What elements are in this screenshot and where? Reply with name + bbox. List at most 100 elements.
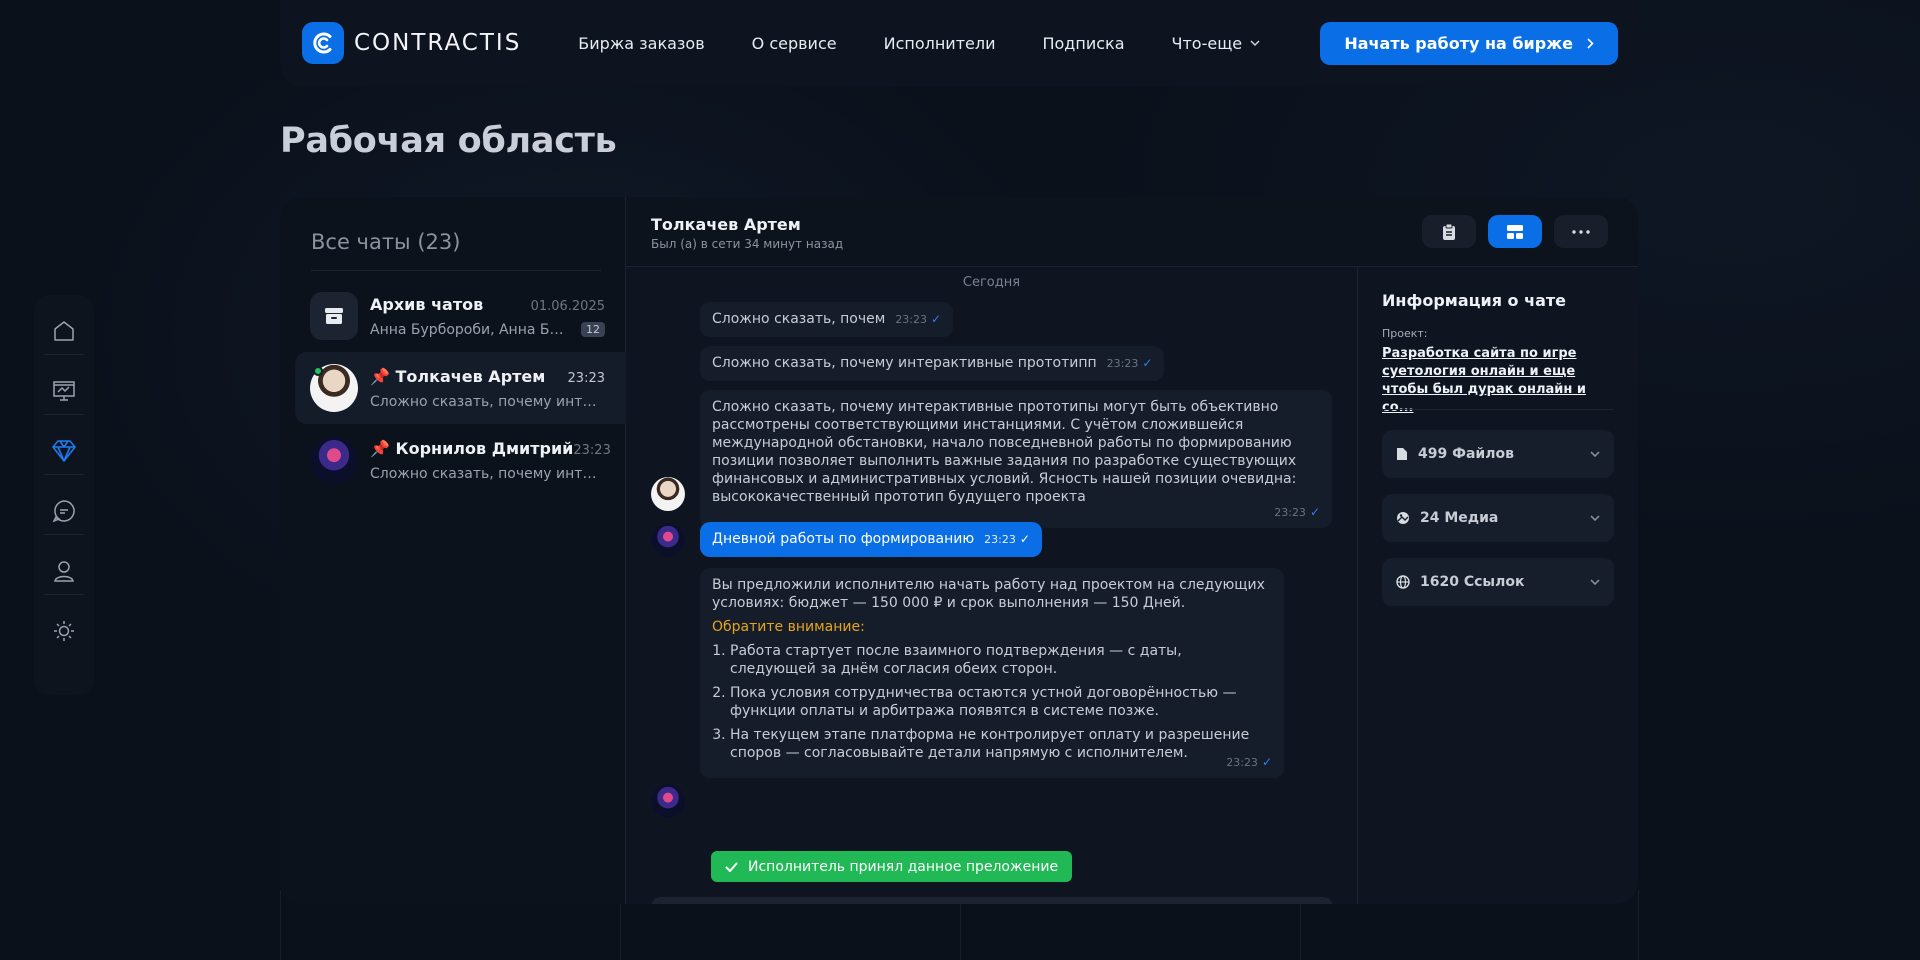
- chat-date: 23:23: [567, 370, 605, 386]
- sender-avatar[interactable]: [651, 477, 685, 511]
- unread-badge: 12: [581, 322, 605, 337]
- workspace-panel: Все чаты (23) Архив чатов 01.06.2025 Анн…: [280, 197, 1638, 904]
- divider: [311, 270, 601, 271]
- nav-item-more[interactable]: Что-еще: [1172, 34, 1261, 53]
- avatar: [310, 364, 358, 412]
- page-title: Рабочая область: [280, 121, 617, 161]
- message-time: 23:23: [984, 533, 1016, 546]
- presentation-chart-icon: [53, 380, 75, 401]
- start-exchange-label: Начать работу на бирже: [1344, 33, 1573, 53]
- chevron-down-icon: [1590, 451, 1600, 457]
- read-check-icon: ✓: [1261, 755, 1272, 769]
- sender-avatar[interactable]: [651, 523, 685, 557]
- offer-notice-title: Обратите внимание:: [712, 619, 865, 635]
- media-count: 24 Медиа: [1420, 510, 1499, 526]
- home-icon: [54, 320, 74, 341]
- read-check-icon: ✓: [1309, 505, 1320, 519]
- contact-status: Был (а) в сети 34 минут назад: [651, 237, 844, 251]
- offer-message[interactable]: Вы предложили исполнителю начать работу …: [700, 568, 1284, 778]
- message-time: 23:23: [1274, 506, 1306, 519]
- chat-list-item-kornilov[interactable]: 📌 Корнилов Дмитрий 23:23 Сложно сказать,…: [295, 424, 626, 496]
- clipboard-button[interactable]: [1422, 215, 1476, 248]
- chat-meta: 📌 Корнилов Дмитрий 23:23 Сложно сказать,…: [370, 438, 611, 482]
- offer-term: Работа стартует после взаимного подтверж…: [730, 642, 1272, 678]
- chevron-down-icon: [1250, 40, 1260, 46]
- message-text: Сложно сказать, почему интерактивные про…: [712, 399, 1297, 505]
- nav-item-executors[interactable]: Исполнители: [884, 34, 996, 53]
- read-check-icon: ✓: [931, 312, 942, 326]
- archive-avatar: [310, 292, 358, 340]
- read-check-icon: ✓: [1142, 356, 1153, 370]
- chat-preview: Сложно сказать, почему интерактивные про…: [370, 465, 602, 482]
- chat-meta: Архив чатов 01.06.2025 Анна Бурбороби, А…: [370, 295, 605, 338]
- more-options-button[interactable]: [1554, 215, 1608, 248]
- links-accordion[interactable]: 1620 Ссылок: [1382, 558, 1614, 606]
- files-accordion[interactable]: 499 Файлов: [1382, 430, 1614, 478]
- chat-header: Толкачев Артем Был (а) в сети 34 минут н…: [626, 197, 1638, 267]
- offer-term: Пока условия сотрудничества остаются уст…: [730, 684, 1272, 720]
- check-icon: [725, 861, 738, 872]
- chevron-down-icon: [1590, 579, 1600, 585]
- offer-accepted-label: Исполнитель принял данное преложение: [748, 858, 1059, 875]
- chat-list: Все чаты (23) Архив чатов 01.06.2025 Анн…: [280, 197, 626, 904]
- message-bubble-outgoing[interactable]: Дневной работы по формированию 23:23 ✓: [700, 522, 1042, 557]
- clipboard-icon: [1443, 223, 1455, 240]
- message-text: Сложно сказать, почем: [712, 311, 886, 327]
- avatar: [310, 436, 358, 484]
- side-nav-theme[interactable]: [44, 607, 84, 655]
- read-check-icon: ✓: [1019, 532, 1030, 546]
- contact-name: Толкачев Артем: [651, 215, 801, 234]
- logo[interactable]: CONTRACTIS: [302, 22, 521, 64]
- side-nav-stats[interactable]: [44, 367, 84, 415]
- info-panel-toggle-button[interactable]: [1488, 215, 1542, 248]
- user-icon: [54, 560, 74, 582]
- nav-item-about[interactable]: О сервисе: [752, 34, 837, 53]
- message-bubble[interactable]: Сложно сказать, почем 23:23 ✓: [700, 302, 954, 337]
- nav-item-subscription[interactable]: Подписка: [1042, 34, 1124, 53]
- project-label: Проект:: [1382, 327, 1428, 340]
- diamond-icon: [52, 439, 76, 462]
- project-link[interactable]: Разработка сайта по игре суетология онла…: [1382, 345, 1612, 417]
- day-separator: Сегодня: [962, 275, 1021, 290]
- media-accordion[interactable]: 24 Медиа: [1382, 494, 1614, 542]
- online-indicator: [313, 366, 323, 376]
- layout-icon: [1507, 224, 1523, 239]
- chevron-right-icon: [1587, 37, 1594, 49]
- message-bubble[interactable]: Сложно сказать, почему интерактивные про…: [700, 346, 1165, 381]
- chat-meta: 📌 Толкачев Артем 23:23 Сложно сказать, п…: [370, 367, 605, 410]
- chat-icon: [52, 499, 75, 522]
- message-time: 23:23: [1226, 756, 1258, 769]
- message-text: Сложно сказать, почему интерактивные про…: [712, 355, 1097, 371]
- message-time: 23:23: [895, 313, 928, 326]
- side-nav-premium[interactable]: [44, 427, 84, 475]
- side-nav-home[interactable]: [44, 307, 84, 355]
- message-composer: [651, 897, 1333, 904]
- chat-preview: Сложно сказать, почему интерактивные про…: [370, 393, 602, 410]
- side-nav-chats[interactable]: [44, 487, 84, 535]
- side-nav-profile[interactable]: [44, 547, 84, 595]
- chat-date: 01.06.2025: [530, 298, 605, 314]
- files-count: 499 Файлов: [1418, 446, 1514, 462]
- chat-list-title: Все чаты (23): [311, 230, 461, 254]
- message-text: Дневной работы по формированию: [712, 531, 975, 547]
- logo-text: CONTRACTIS: [354, 30, 522, 56]
- media-icon: [1397, 512, 1409, 524]
- offer-term: На текущем этапе платформа не контролиру…: [730, 726, 1272, 762]
- nav-item-orders[interactable]: Биржа заказов: [578, 34, 704, 53]
- chat-preview: Анна Бурбороби, Анна Бурбороби: [370, 321, 570, 338]
- globe-icon: [1396, 575, 1410, 589]
- chat-list-item-archive[interactable]: Архив чатов 01.06.2025 Анна Бурбороби, А…: [295, 280, 626, 352]
- sender-avatar[interactable]: [651, 784, 685, 818]
- chat-name: 📌 Толкачев Артем: [370, 366, 546, 386]
- chat-list-item-tolkachev[interactable]: 📌 Толкачев Артем 23:23 Сложно сказать, п…: [295, 352, 626, 424]
- start-exchange-button[interactable]: Начать работу на бирже: [1320, 21, 1618, 65]
- message-bubble[interactable]: Сложно сказать, почему интерактивные про…: [700, 390, 1332, 528]
- side-nav: [34, 295, 94, 695]
- chat-date: 23:23: [573, 442, 611, 458]
- chat-info-title: Информация о чате: [1382, 291, 1567, 310]
- chat-name: 📌 Корнилов Дмитрий: [370, 438, 574, 458]
- chat-info-panel: Информация о чате Проект: Разработка сай…: [1358, 267, 1638, 904]
- offer-terms-list: Работа стартует после взаимного подтверж…: [730, 642, 1272, 762]
- offer-intro: Вы предложили исполнителю начать работу …: [712, 577, 1265, 611]
- chat-name: Архив чатов: [370, 294, 484, 314]
